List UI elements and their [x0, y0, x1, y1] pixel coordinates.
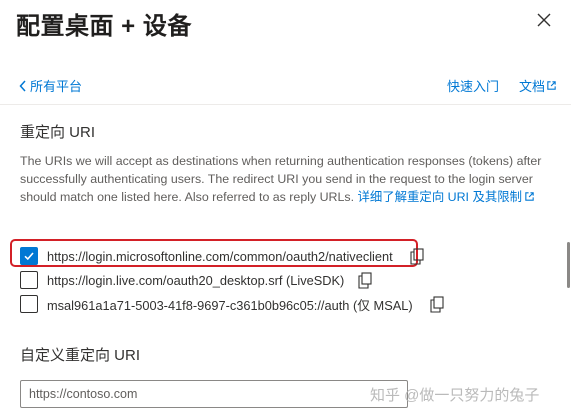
back-to-all-platforms-link[interactable]: 所有平台 [18, 76, 82, 95]
copy-button[interactable] [358, 271, 372, 289]
copy-button[interactable] [410, 247, 424, 265]
uri-checkbox[interactable] [20, 247, 38, 265]
close-icon [537, 13, 551, 27]
copy-icon [358, 271, 372, 289]
redirect-uri-row: https://login.live.com/oauth20_desktop.s… [20, 268, 372, 292]
redirect-uri-row: msal961a1a71-5003-41f8-9697-c361b0b96c05… [20, 292, 444, 316]
watermark: 知乎 @做一只努力的兔子 [370, 387, 540, 404]
copy-icon [410, 247, 424, 265]
chevron-left-icon [19, 79, 26, 92]
learn-more-label: 详细了解重定向 URI 及其限制 [357, 190, 523, 204]
docs-link[interactable]: 文档 [519, 76, 557, 95]
copy-button[interactable] [430, 295, 444, 313]
redirect-uri-row: https://login.microsoftonline.com/common… [20, 244, 424, 268]
uri-text: https://login.microsoftonline.com/common… [47, 248, 393, 264]
docs-link-label: 文档 [518, 79, 545, 94]
uri-checkbox[interactable] [20, 295, 38, 313]
external-link-icon [525, 192, 534, 201]
learn-more-redirect-link[interactable]: 详细了解重定向 URI 及其限制 [357, 190, 535, 204]
checkmark-icon [24, 252, 34, 261]
scrollbar-thumb[interactable] [567, 242, 570, 288]
redirect-uri-description: The URIs we will accept as destinations … [20, 152, 560, 206]
header-divider [0, 104, 571, 105]
custom-redirect-uri-input[interactable] [20, 380, 408, 408]
close-button[interactable] [533, 9, 555, 31]
page-title: 配置桌面 + 设备 [16, 13, 192, 40]
back-link-label: 所有平台 [30, 79, 83, 94]
redirect-uri-section-title: 重定向 URI [20, 124, 96, 141]
external-link-icon [547, 81, 556, 90]
uri-text: msal961a1a71-5003-41f8-9697-c361b0b96c05… [47, 297, 413, 313]
quickstart-link[interactable]: 快速入门 [447, 76, 499, 95]
uri-text: https://login.live.com/oauth20_desktop.s… [47, 272, 345, 288]
copy-icon [430, 295, 444, 313]
custom-redirect-uri-title: 自定义重定向 URI [20, 347, 141, 364]
uri-checkbox[interactable] [20, 271, 38, 289]
